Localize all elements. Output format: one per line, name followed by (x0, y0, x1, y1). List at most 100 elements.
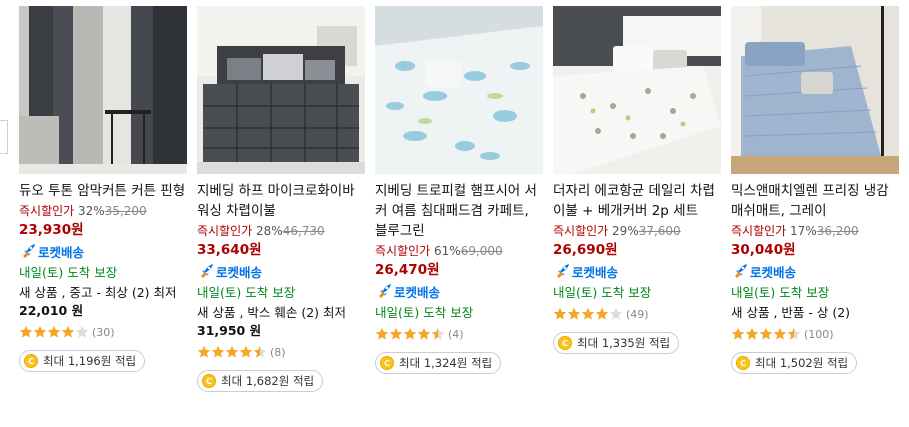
star-icon (239, 345, 253, 358)
rocket-delivery-badge: 로켓배송 (197, 261, 365, 281)
star-icon (581, 307, 595, 320)
product-name[interactable]: 지베딩 트로피컬 햄프시어 서커 여름 침대패드겸 카페트, 블루그린 (375, 181, 543, 241)
star-icon (567, 307, 581, 320)
star-icon (609, 307, 623, 320)
product-image[interactable] (731, 6, 899, 174)
rating: (49) (553, 305, 721, 323)
cashback-badge: C 최대 1,335원 적립 (553, 332, 680, 354)
star-icon (225, 345, 239, 358)
discount-label: 즉시할인가 (19, 204, 75, 218)
star-icon (211, 345, 225, 358)
other-seller-offer[interactable]: 새 상품 , 반품 - 상 (2) (731, 304, 899, 322)
rocket-label: 로켓배송 (750, 264, 797, 280)
star-icon (33, 325, 47, 338)
discount-label: 즉시할인가 (197, 224, 253, 238)
discount-row: 즉시할인가 29%37,600 (553, 222, 721, 240)
star-icon (375, 327, 389, 340)
star-icon (745, 327, 759, 340)
rating: (100) (731, 325, 899, 343)
product-card[interactable]: 지베딩 트로피컬 햄프시어 서커 여름 침대패드겸 카페트, 블루그린 즉시할인… (375, 6, 543, 374)
delivery-guarantee: 내일(토) 도착 보장 (731, 285, 830, 300)
star-icon (731, 327, 745, 340)
rocket-delivery-badge: 로켓배송 (19, 241, 187, 261)
cashback-badge: C 최대 1,682원 적립 (197, 370, 324, 392)
star-icon (773, 327, 787, 340)
sale-price: 23,930원 (19, 222, 84, 238)
other-seller-offer[interactable]: 새 상품 , 박스 훼손 (2) 최저 (197, 304, 365, 322)
discount-label: 즉시할인가 (553, 224, 609, 238)
rocket-label: 로켓배송 (216, 264, 263, 280)
review-count: (4) (448, 327, 464, 341)
delivery-guarantee: 내일(토) 도착 보장 (19, 265, 118, 280)
discount-percent: 28% (256, 224, 283, 238)
product-name[interactable]: 지베딩 하프 마이크로화이바 워싱 차렵이불 (197, 181, 365, 221)
discount-percent: 61% (434, 244, 461, 258)
coin-icon: C (202, 374, 216, 388)
star-icon (61, 325, 75, 338)
cashback-text: 최대 1,682원 적립 (221, 374, 315, 388)
product-card[interactable]: 더자리 에코항균 데일리 차렵이불 + 베개커버 2p 세트 즉시할인가 29%… (553, 6, 721, 354)
star-rating (375, 327, 445, 341)
star-icon (253, 345, 267, 358)
delivery-guarantee: 내일(토) 도착 보장 (197, 285, 296, 300)
cashback-text: 최대 1,502원 적립 (755, 356, 849, 370)
product-card[interactable]: 믹스앤매치엘렌 프리징 냉감 매쉬매트, 그레이 즉시할인가 17%36,200… (731, 6, 899, 374)
star-icon (431, 327, 445, 340)
rocket-icon (735, 264, 747, 278)
rocket-icon (557, 264, 569, 278)
carousel-prev-button[interactable] (0, 120, 8, 154)
discount-percent: 32% (78, 204, 105, 218)
product-image[interactable] (19, 6, 187, 174)
coin-icon: C (24, 354, 38, 368)
original-price: 69,000 (460, 244, 503, 258)
cashback-badge: C 최대 1,324원 적립 (375, 352, 502, 374)
rating: (8) (197, 343, 365, 361)
delivery-guarantee: 내일(토) 도착 보장 (375, 305, 474, 320)
star-rating (19, 325, 89, 339)
sale-price: 30,040원 (731, 242, 796, 258)
product-name[interactable]: 듀오 투톤 암막커튼 커튼 핀형 (19, 181, 187, 201)
star-icon (197, 345, 211, 358)
sale-price: 26,470원 (375, 262, 440, 278)
product-name[interactable]: 더자리 에코항균 데일리 차렵이불 + 베개커버 2p 세트 (553, 181, 721, 221)
original-price: 37,600 (638, 224, 681, 238)
rocket-icon (201, 264, 213, 278)
product-card[interactable]: 듀오 투톤 암막커튼 커튼 핀형 즉시할인가 32%35,200 23,930원… (19, 6, 187, 372)
delivery-guarantee: 내일(토) 도착 보장 (553, 285, 652, 300)
original-price: 46,730 (282, 224, 325, 238)
review-count: (100) (804, 327, 834, 341)
review-count: (30) (92, 325, 115, 339)
other-seller-price: 31,950 원 (197, 323, 262, 338)
star-icon (389, 327, 403, 340)
discount-label: 즉시할인가 (375, 244, 431, 258)
other-seller-price: 22,010 원 (19, 303, 84, 318)
star-icon (595, 307, 609, 320)
review-count: (49) (626, 307, 649, 321)
discount-percent: 29% (612, 224, 639, 238)
star-rating (197, 345, 267, 359)
other-seller-offer[interactable]: 새 상품 , 중고 - 최상 (2) 최저 (19, 284, 187, 302)
star-rating (731, 327, 801, 341)
product-name[interactable]: 믹스앤매치엘렌 프리징 냉감 매쉬매트, 그레이 (731, 181, 899, 221)
rocket-delivery-badge: 로켓배송 (731, 261, 899, 281)
star-rating (553, 307, 623, 321)
star-icon (787, 327, 801, 340)
product-image[interactable] (375, 6, 543, 174)
rocket-label: 로켓배송 (572, 264, 619, 280)
product-card[interactable]: 지베딩 하프 마이크로화이바 워싱 차렵이불 즉시할인가 28%46,730 3… (197, 6, 365, 392)
rating: (4) (375, 325, 543, 343)
star-icon (403, 327, 417, 340)
rocket-delivery-badge: 로켓배송 (375, 281, 543, 301)
star-icon (75, 325, 89, 338)
product-image[interactable] (197, 6, 365, 174)
coin-icon: C (380, 356, 394, 370)
star-icon (19, 325, 33, 338)
discount-percent: 17% (790, 224, 817, 238)
coin-icon: C (736, 356, 750, 370)
cashback-badge: C 최대 1,196원 적립 (19, 350, 146, 372)
original-price: 35,200 (104, 204, 147, 218)
cashback-badge: C 최대 1,502원 적립 (731, 352, 858, 374)
original-price: 36,200 (816, 224, 859, 238)
product-image[interactable] (553, 6, 721, 174)
rocket-delivery-badge: 로켓배송 (553, 261, 721, 281)
